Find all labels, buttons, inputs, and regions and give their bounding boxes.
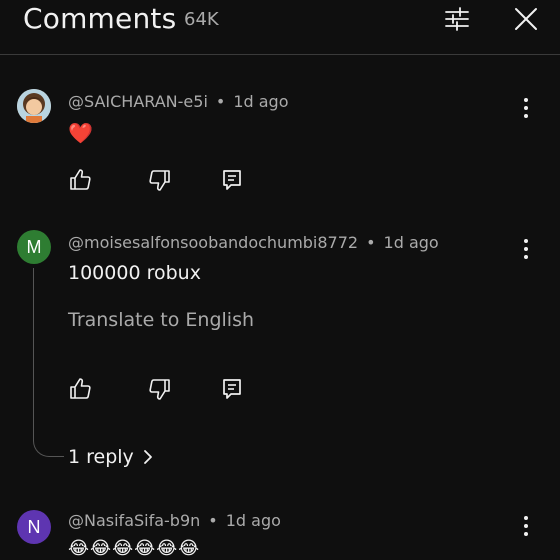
avatar[interactable]: N <box>17 510 51 544</box>
comment-text: 😂😂😂😂😂😂 <box>68 538 201 559</box>
dislike-icon[interactable] <box>148 168 172 192</box>
page-title: Comments <box>23 2 177 35</box>
comment-meta: @NasifaSifa-b9n • 1d ago <box>68 511 281 530</box>
close-icon[interactable] <box>513 6 539 32</box>
comment-text: 100000 robux <box>68 262 201 284</box>
dislike-icon[interactable] <box>148 377 172 401</box>
avatar[interactable] <box>17 89 51 123</box>
avatar-image-icon <box>17 89 51 123</box>
comment-time[interactable]: 1d ago <box>233 92 288 111</box>
reply-icon[interactable] <box>220 377 244 401</box>
avatar-initial: N <box>27 516 41 537</box>
comment-count: 64K <box>184 9 219 30</box>
comment-time[interactable]: 1d ago <box>384 233 439 252</box>
reply-icon[interactable] <box>220 168 244 192</box>
meta-separator: • <box>208 511 218 530</box>
more-vert-icon[interactable] <box>518 97 534 119</box>
meta-separator: • <box>366 233 376 252</box>
comment-author[interactable]: @SAICHARAN-e5i <box>68 92 208 111</box>
comment-meta: @moisesalfonsoobandochumbi8772 • 1d ago <box>68 233 439 252</box>
translate-button[interactable]: Translate to English <box>68 309 254 331</box>
comment-author[interactable]: @moisesalfonsoobandochumbi8772 <box>68 233 358 252</box>
chevron-right-icon <box>143 450 152 464</box>
like-icon[interactable] <box>68 168 92 192</box>
meta-separator: • <box>215 92 226 111</box>
filter-icon[interactable] <box>444 6 470 32</box>
replies-label: 1 reply <box>68 446 134 468</box>
comment-meta: @SAICHARAN-e5i • 1d ago <box>68 92 289 111</box>
more-vert-icon[interactable] <box>518 238 534 260</box>
view-replies-button[interactable]: 1 reply <box>68 446 154 468</box>
thread-line <box>33 268 64 457</box>
more-vert-icon[interactable] <box>518 515 534 537</box>
comment-time[interactable]: 1d ago <box>226 511 281 530</box>
avatar[interactable]: M <box>17 230 51 264</box>
comment-text: ❤️ <box>68 121 93 145</box>
comments-header: Comments 64K <box>0 0 560 55</box>
like-icon[interactable] <box>68 377 92 401</box>
comment-author[interactable]: @NasifaSifa-b9n <box>68 511 200 530</box>
avatar-initial: M <box>26 236 42 257</box>
